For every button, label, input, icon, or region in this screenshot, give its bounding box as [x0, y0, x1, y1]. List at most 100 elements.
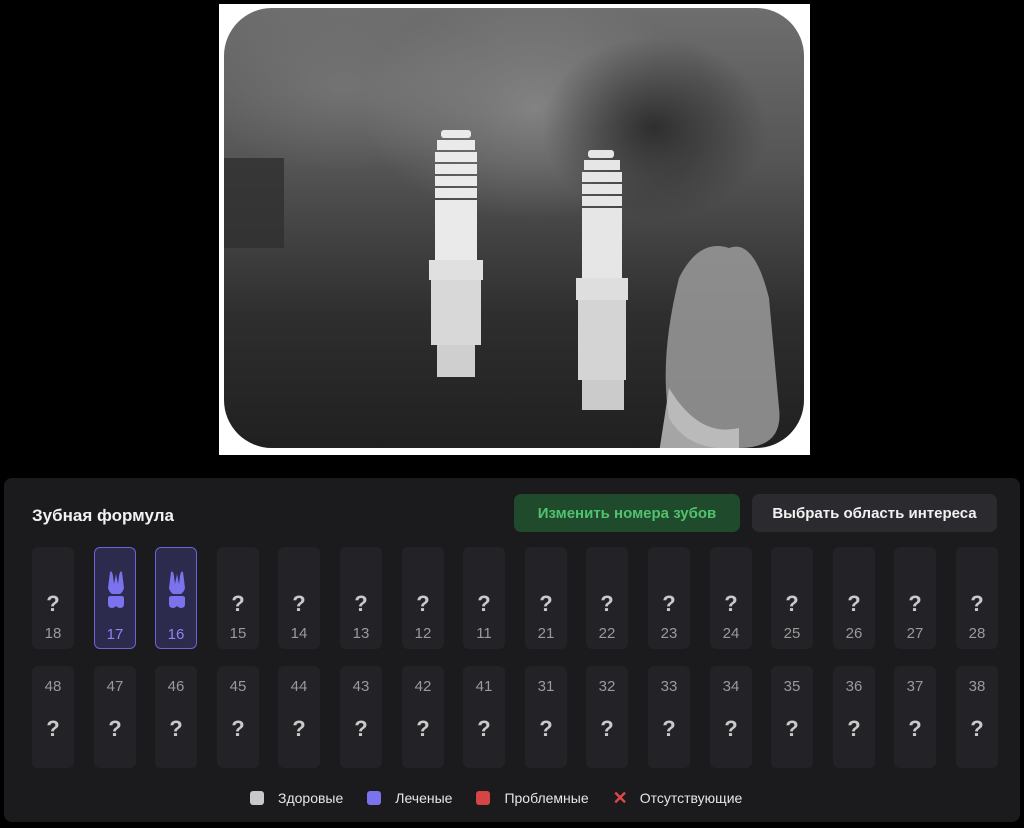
unknown-mark: ?: [970, 591, 984, 616]
implant-left-image: [429, 130, 483, 377]
unknown-mark: ?: [600, 716, 614, 741]
tooth-cell-43[interactable]: ? 43: [340, 666, 382, 768]
legend-item-treated: Леченые: [367, 790, 452, 806]
tooth-number: 13: [352, 625, 370, 642]
tooth-cell-46[interactable]: ? 46: [155, 666, 197, 768]
tooth-cell-37[interactable]: ? 37: [894, 666, 936, 768]
unknown-mark: ?: [724, 716, 738, 741]
tooth-cell-13[interactable]: ? 13: [340, 547, 382, 649]
change-tooth-numbers-button[interactable]: Изменить номера зубов: [514, 494, 740, 532]
tooth-cell-38[interactable]: ? 38: [956, 666, 998, 768]
dental-formula-panel: Зубная формула Изменить номера зубов Выб…: [4, 478, 1020, 822]
implant-right-image: [576, 150, 628, 410]
tooth-cell-18[interactable]: ? 18: [32, 547, 74, 649]
tooth-number: 27: [906, 625, 924, 642]
unknown-mark: ?: [416, 716, 430, 741]
tooth-cell-11[interactable]: ? 11: [463, 547, 505, 649]
tooth-cell-44[interactable]: ? 44: [278, 666, 320, 768]
unknown-mark: ?: [847, 591, 861, 616]
xray-image[interactable]: [224, 8, 804, 448]
upper-jaw-row: ? 18 17 16? 15? 14? 13? 12? 11? 21? 22? 23? 24? 25? 26…: [32, 547, 998, 651]
unknown-mark: ?: [539, 716, 553, 741]
unknown-mark: ?: [908, 591, 922, 616]
tooth-number: 16: [167, 626, 185, 643]
tooth-cell-45[interactable]: ? 45: [217, 666, 259, 768]
tooth-cell-16[interactable]: 16: [155, 547, 197, 649]
tooth-number: 11: [476, 625, 492, 642]
tooth-number: 26: [845, 625, 863, 642]
lower-jaw-row: ? 48? 47? 46? 45? 44? 43? 42? 41? 31? 32? 33? 34? 35?…: [32, 666, 998, 770]
tooth-number: 15: [229, 625, 247, 642]
tooth-cell-32[interactable]: ? 32: [586, 666, 628, 768]
tooth-number: 44: [290, 678, 308, 695]
tooth-number: 41: [475, 678, 493, 695]
unknown-mark: ?: [600, 591, 614, 616]
tooth-cell-15[interactable]: ? 15: [217, 547, 259, 649]
unknown-mark: ?: [416, 591, 430, 616]
unknown-mark: ?: [662, 716, 676, 741]
tooth-number: 21: [537, 625, 555, 642]
tooth-cell-28[interactable]: ? 28: [956, 547, 998, 649]
unknown-mark: ?: [539, 591, 553, 616]
tooth-number: 46: [167, 678, 185, 695]
select-region-button[interactable]: Выбрать область интереса: [752, 494, 997, 532]
unknown-mark: ?: [477, 716, 491, 741]
tooth-number: 43: [352, 678, 370, 695]
healthy-swatch: [250, 791, 264, 805]
tooth-number: 32: [598, 678, 616, 695]
unknown-mark: ?: [662, 591, 676, 616]
tooth-number: 12: [414, 625, 432, 642]
tooth-cell-35[interactable]: ? 35: [771, 666, 813, 768]
tooth-cell-21[interactable]: ? 21: [525, 547, 567, 649]
tooth-cell-23[interactable]: ? 23: [648, 547, 690, 649]
missing-x-icon: ✕: [612, 788, 628, 808]
xray-dark-region: [224, 158, 284, 248]
tooth-number: 23: [660, 625, 678, 642]
tooth-number: 48: [44, 678, 62, 695]
tooth-cell-22[interactable]: ? 22: [586, 547, 628, 649]
tooth-cell-34[interactable]: ? 34: [710, 666, 752, 768]
tooth-cell-47[interactable]: ? 47: [94, 666, 136, 768]
tooth-number: 35: [783, 678, 801, 695]
tooth-cell-33[interactable]: ? 33: [648, 666, 690, 768]
xray-viewer[interactable]: [0, 0, 1024, 460]
unknown-mark: ?: [785, 716, 799, 741]
tooth-cell-12[interactable]: ? 12: [402, 547, 444, 649]
tooth-number: 47: [106, 678, 124, 695]
unknown-mark: ?: [231, 716, 245, 741]
tooth-number: 45: [229, 678, 247, 695]
tooth-number: 34: [722, 678, 740, 695]
tooth-cell-36[interactable]: ? 36: [833, 666, 875, 768]
tooth-cell-26[interactable]: ? 26: [833, 547, 875, 649]
tooth-cell-25[interactable]: ? 25: [771, 547, 813, 649]
treated-swatch: [367, 791, 382, 805]
tooth-number: 33: [660, 678, 678, 695]
unknown-mark: ?: [169, 716, 183, 741]
problem-swatch: [476, 791, 491, 805]
tooth-cell-48[interactable]: ? 48: [32, 666, 74, 768]
tooth-number: 36: [845, 678, 863, 695]
legend-item-healthy: Здоровые: [250, 790, 343, 806]
legend-missing-label: Отсутствующие: [639, 790, 743, 806]
xray-image-frame: [219, 4, 810, 455]
tooth-cell-27[interactable]: ? 27: [894, 547, 936, 649]
legend-item-problem: Проблемные: [476, 790, 589, 806]
legend-healthy-label: Здоровые: [278, 790, 344, 806]
tooth-number: 28: [968, 625, 986, 642]
tooth-cell-42[interactable]: ? 42: [402, 666, 444, 768]
unknown-mark: ?: [477, 591, 491, 616]
tooth-cell-31[interactable]: ? 31: [525, 666, 567, 768]
tooth-number: 31: [537, 678, 555, 695]
tooth-number: 22: [598, 625, 616, 642]
tooth-cell-24[interactable]: ? 24: [710, 547, 752, 649]
unknown-mark: ?: [970, 716, 984, 741]
tooth-cell-17[interactable]: 17: [94, 547, 136, 649]
tooth-cell-14[interactable]: ? 14: [278, 547, 320, 649]
legend-treated-label: Леченые: [395, 790, 453, 806]
unknown-mark: ?: [354, 591, 368, 616]
legend-item-missing: ✕ Отсутствующие: [612, 788, 743, 808]
tooth-icon: [169, 571, 185, 608]
panel-title: Зубная формула: [32, 506, 175, 525]
tooth-cell-41[interactable]: ? 41: [463, 666, 505, 768]
unknown-mark: ?: [724, 591, 738, 616]
